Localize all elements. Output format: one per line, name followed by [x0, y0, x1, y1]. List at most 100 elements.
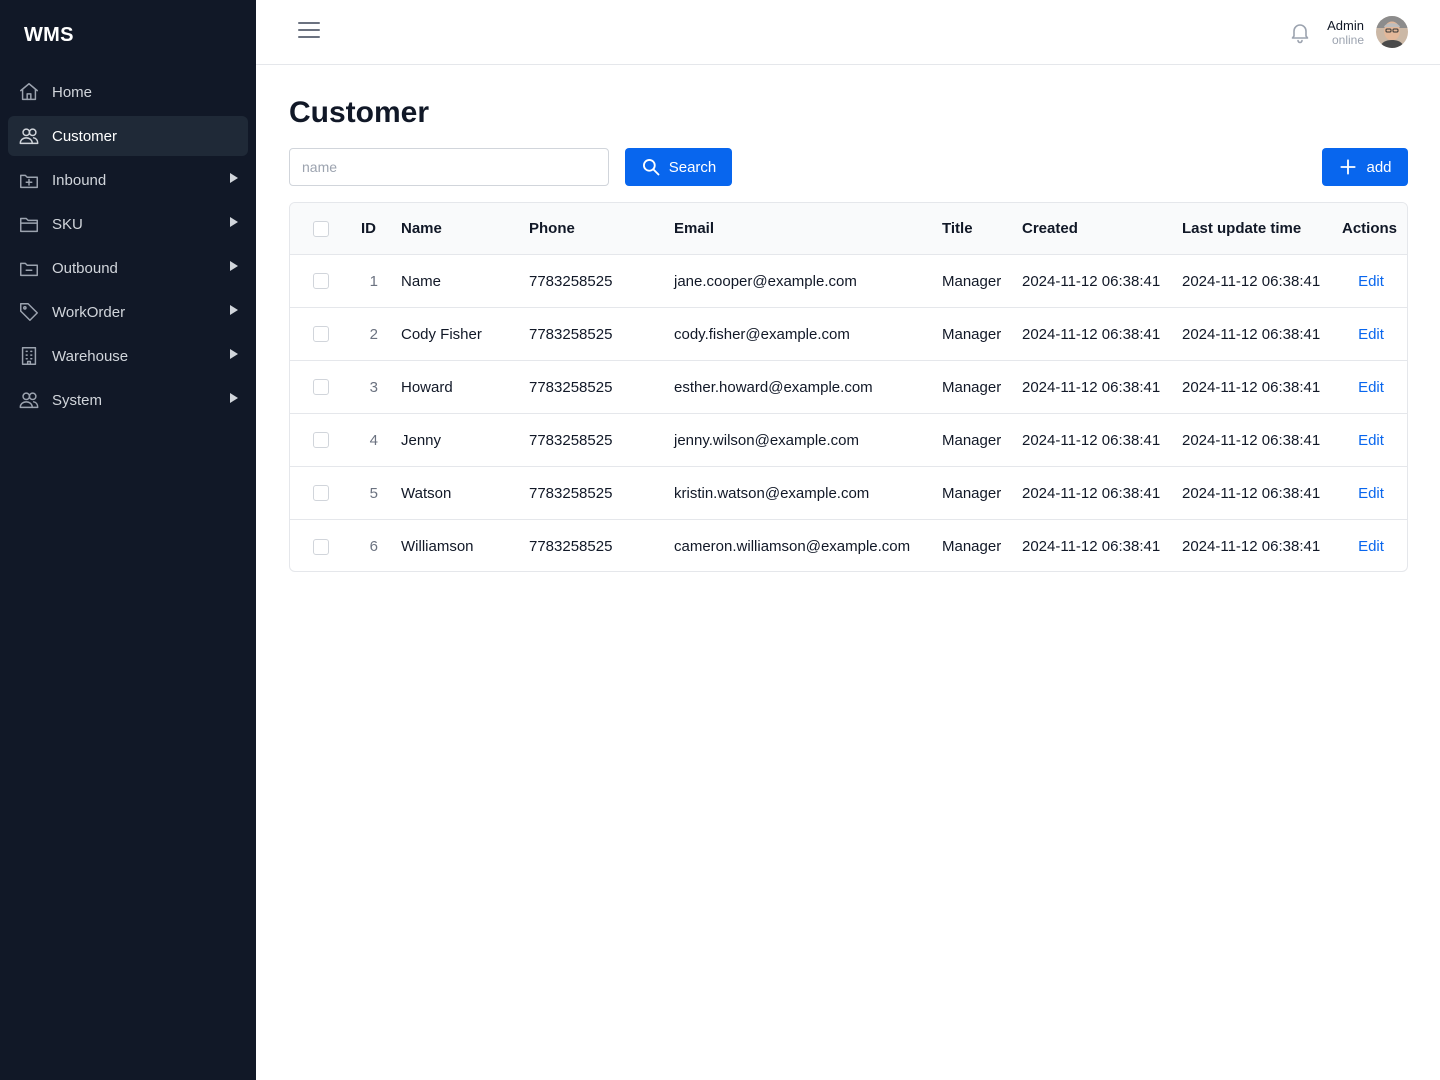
sidebar: WMS Home Customer Inbound SKU Outbound W… [0, 0, 256, 1080]
row-checkbox[interactable] [313, 273, 329, 289]
cell-name: Watson [401, 484, 452, 502]
add-button[interactable]: add [1322, 148, 1408, 186]
column-header-phone[interactable]: Phone [529, 203, 575, 254]
expand-arrow-icon[interactable] [230, 261, 238, 271]
cell-created: 2024-11-12 06:38:41 [1022, 484, 1161, 502]
cell-title: Manager [942, 484, 1002, 502]
column-header-name[interactable]: Name [401, 203, 442, 254]
sidebar-item-label: Inbound [52, 171, 107, 189]
column-header-actions: Actions [1342, 220, 1398, 237]
cell-name: Cody Fisher [401, 325, 482, 343]
cell-created: 2024-11-12 06:38:41 [1022, 538, 1161, 555]
cell-last-update: 2024-11-12 06:38:41 [1182, 272, 1321, 290]
sidebar-item-workorder[interactable]: WorkOrder [8, 292, 248, 332]
sidebar-item-label: System [52, 391, 103, 409]
cell-phone: 7783258525 [529, 325, 613, 343]
row-checkbox[interactable] [313, 432, 329, 448]
app-logo: WMS [24, 24, 74, 46]
edit-link[interactable]: Edit [1358, 273, 1384, 290]
cell-last-update: 2024-11-12 06:38:41 [1182, 431, 1321, 449]
cell-last-update: 2024-11-12 06:38:41 [1182, 325, 1321, 343]
row-select-cell [313, 520, 329, 571]
cell-last-update: 2024-11-12 06:38:41 [1182, 378, 1321, 396]
actions-cell: Edit [1342, 467, 1400, 519]
user-info[interactable]: Admin online [1327, 18, 1364, 47]
cell-id: 1 [369, 272, 378, 290]
users-icon [18, 125, 40, 147]
expand-arrow-icon[interactable] [230, 173, 238, 183]
cell-phone: 7783258525 [529, 378, 613, 396]
sidebar-item-inbound[interactable]: Inbound [8, 160, 248, 200]
cell-created: 2024-11-12 06:38:41 [1022, 272, 1161, 290]
sidebar-item-warehouse[interactable]: Warehouse [8, 336, 248, 376]
menu-toggle-icon[interactable] [298, 22, 320, 42]
bell-icon[interactable] [1288, 20, 1312, 44]
column-header-id[interactable]: ID [361, 203, 389, 254]
cell-title: Manager [942, 378, 1002, 396]
actions-cell: Edit [1342, 255, 1400, 307]
avatar[interactable] [1376, 16, 1408, 48]
search-input[interactable] [289, 148, 609, 186]
cell-id: 2 [369, 325, 378, 343]
inbox-minus-icon [18, 257, 40, 279]
edit-link[interactable]: Edit [1358, 485, 1384, 502]
table-row: 2 Cody Fisher 7783258525 cody.fisher@exa… [290, 308, 1407, 361]
edit-link[interactable]: Edit [1358, 379, 1384, 396]
column-header-email[interactable]: Email [674, 203, 714, 254]
sidebar-item-label: Home [52, 83, 93, 101]
expand-arrow-icon[interactable] [230, 305, 238, 315]
cell-title: Manager [942, 431, 1002, 449]
sidebar-item-label: Customer [52, 127, 118, 145]
users-icon [18, 389, 40, 411]
expand-arrow-icon[interactable] [230, 393, 238, 403]
cell-name: Jenny [401, 431, 442, 449]
actions-cell: Edit [1342, 520, 1400, 571]
edit-link[interactable]: Edit [1358, 538, 1384, 555]
sidebar-nav: Home Customer Inbound SKU Outbound WorkO… [8, 72, 248, 424]
column-header-last-update[interactable]: Last update time [1182, 203, 1301, 254]
row-select-cell [313, 467, 329, 519]
edit-link[interactable]: Edit [1358, 326, 1384, 343]
folder-icon [18, 213, 40, 235]
row-checkbox[interactable] [313, 326, 329, 342]
expand-arrow-icon[interactable] [230, 349, 238, 359]
row-checkbox[interactable] [313, 379, 329, 395]
row-select-cell [313, 414, 329, 466]
search-icon [641, 157, 661, 177]
cell-email: jane.cooper@example.com [674, 272, 857, 290]
sidebar-item-system[interactable]: System [8, 380, 248, 420]
cell-email: cody.fisher@example.com [674, 325, 850, 343]
sidebar-item-customer[interactable]: Customer [8, 116, 248, 156]
column-header-created[interactable]: Created [1022, 203, 1078, 254]
search-button[interactable]: Search [625, 148, 732, 186]
cell-email: kristin.watson@example.com [674, 484, 870, 502]
sidebar-item-outbound[interactable]: Outbound [8, 248, 248, 288]
cell-name: Name [401, 272, 442, 290]
cell-email: cameron.williamson@example.com [674, 538, 911, 555]
cell-phone: 7783258525 [529, 431, 613, 449]
sidebar-item-label: Warehouse [52, 347, 129, 365]
sidebar-item-home[interactable]: Home [8, 72, 248, 112]
select-all-checkbox[interactable] [313, 220, 329, 237]
cell-title: Manager [942, 325, 1002, 343]
customer-table: ID Name Phone Email Title Created Last u… [289, 202, 1408, 572]
sidebar-item-label: WorkOrder [52, 303, 126, 321]
column-header-title[interactable]: Title [942, 203, 973, 254]
search-button-label: Search [668, 158, 717, 176]
tag-icon [18, 301, 40, 323]
cell-title: Manager [942, 272, 1002, 290]
edit-link[interactable]: Edit [1358, 432, 1384, 449]
cell-id: 4 [369, 431, 378, 449]
cell-name: Williamson [401, 538, 474, 555]
expand-arrow-icon[interactable] [230, 217, 238, 227]
table-row: 5 Watson 7783258525 kristin.watson@examp… [290, 467, 1407, 520]
row-checkbox[interactable] [313, 485, 329, 501]
sidebar-item-sku[interactable]: SKU [8, 204, 248, 244]
user-name: Admin [1327, 18, 1364, 33]
cell-email: jenny.wilson@example.com [674, 431, 860, 449]
row-select-cell [313, 308, 329, 360]
cell-last-update: 2024-11-12 06:38:41 [1182, 484, 1321, 502]
row-checkbox[interactable] [313, 538, 329, 555]
cell-phone: 7783258525 [529, 484, 613, 502]
plus-icon [1338, 157, 1358, 177]
